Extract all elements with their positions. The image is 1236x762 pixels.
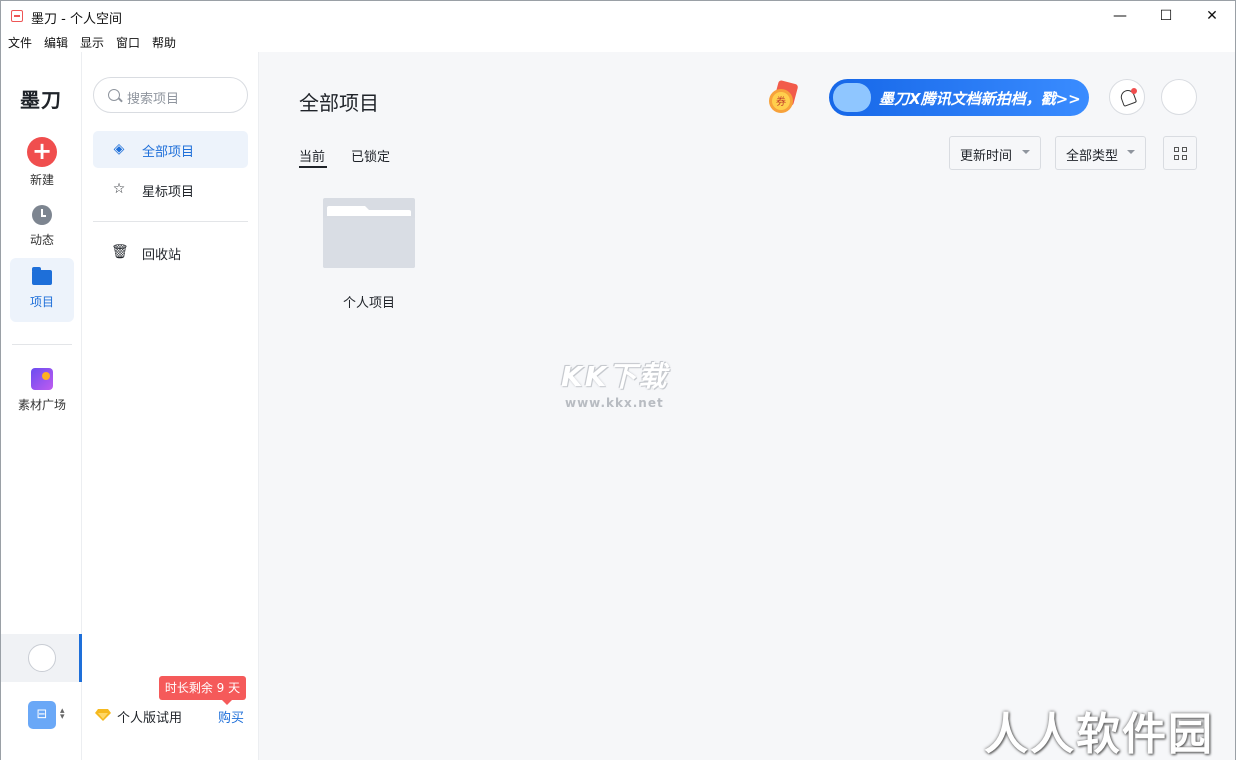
banner-text: 墨刀X腾讯文档新拍档，戳>>: [879, 90, 1081, 108]
team-switch-icon[interactable]: ⊟: [28, 701, 56, 729]
tab-active-underline: [299, 166, 327, 168]
promo-banner[interactable]: 墨刀X腾讯文档新拍档，戳>>: [829, 79, 1089, 116]
type-dropdown[interactable]: 全部类型: [1055, 136, 1146, 170]
trash-icon: 🗑: [111, 244, 129, 260]
search-input[interactable]: 搜索项目: [93, 77, 248, 113]
menu-edit[interactable]: 编辑: [44, 34, 68, 51]
sort-dropdown[interactable]: 更新时间: [949, 136, 1041, 170]
menu-view[interactable]: 显示: [80, 34, 104, 51]
minimize-button[interactable]: —: [1097, 1, 1143, 31]
diamond-icon: [95, 709, 111, 721]
rail-new-label: 新建: [29, 172, 54, 187]
clock-icon: [32, 204, 52, 225]
folder-icon: [32, 267, 52, 285]
close-button[interactable]: ✕: [1189, 1, 1235, 31]
main-content: 全部项目 券 墨刀X腾讯文档新拍档，戳>> 当前 已锁定 更新时间 全部类型 个…: [259, 52, 1235, 760]
watermark-kkx-url: www.kkx.net: [565, 396, 664, 410]
banner-illustration-icon: [833, 83, 871, 112]
panel-item-starred[interactable]: ☆ 星标项目: [93, 171, 248, 208]
caret-down-icon: [1022, 150, 1030, 158]
app-window: 墨刀 - 个人空间 — ☐ ✕ 文件 编辑 显示 窗口 帮助 墨刀 + 新建 动…: [0, 0, 1236, 760]
rail-projects[interactable]: 项目: [10, 258, 74, 322]
rail-divider: [12, 344, 72, 345]
grid-view-button[interactable]: [1163, 136, 1197, 170]
caret-down-icon: [1127, 150, 1135, 158]
rail-activity[interactable]: 动态: [10, 194, 74, 258]
page-title: 全部项目: [299, 91, 379, 115]
rail-materials-label: 素材广场: [17, 397, 66, 412]
material-icon: [31, 367, 53, 390]
coupon-label: 券: [776, 95, 786, 108]
panel-item-label: 回收站: [142, 248, 182, 263]
menu-window[interactable]: 窗口: [116, 34, 140, 51]
menu-help[interactable]: 帮助: [152, 34, 176, 51]
app-logo-icon: [11, 10, 23, 22]
menu-file[interactable]: 文件: [8, 34, 32, 51]
panel-item-all-projects[interactable]: ◈ 全部项目: [93, 131, 248, 168]
coupon-icon[interactable]: 券: [765, 79, 801, 115]
brand-logo: 墨刀: [20, 88, 62, 112]
watermark-rrjy: 人人软件园: [984, 709, 1214, 760]
folder-card[interactable]: [321, 196, 417, 270]
panel-divider: [93, 221, 248, 222]
type-dropdown-label: 全部类型: [1066, 149, 1119, 164]
trial-remaining-badge: 时长剩余 9 天: [159, 676, 246, 705]
user-avatar[interactable]: [1161, 79, 1197, 115]
window-title: 墨刀 - 个人空间: [31, 12, 122, 27]
panel-item-label: 全部项目: [142, 145, 195, 160]
folder-label[interactable]: 个人项目: [321, 292, 417, 311]
layers-icon: ◈: [113, 141, 125, 157]
plus-icon: +: [27, 136, 57, 167]
rail-projects-label: 项目: [29, 295, 54, 309]
star-icon: ☆: [112, 181, 126, 197]
maximize-button[interactable]: ☐: [1143, 1, 1189, 31]
search-placeholder: 搜索项目: [127, 92, 180, 107]
buy-link[interactable]: 购买: [218, 707, 244, 726]
trial-plan-label: 个人版试用: [117, 711, 183, 726]
notification-button[interactable]: [1109, 79, 1145, 115]
team-switch-arrows-icon[interactable]: ▴ ▾: [60, 707, 65, 722]
panel-item-trash[interactable]: 🗑 回收站: [93, 234, 248, 271]
rail-activity-label: 动态: [29, 232, 54, 247]
title-bar: 墨刀 - 个人空间 — ☐ ✕: [1, 1, 1235, 31]
notification-dot: [1131, 88, 1137, 94]
project-panel: 搜索项目 ◈ 全部项目 ☆ 星标项目 🗑 回收站 时长剩余 9 天 个人版试用 …: [82, 52, 259, 760]
tab-current[interactable]: 当前: [299, 146, 325, 165]
sort-dropdown-label: 更新时间: [960, 149, 1013, 164]
rail-materials[interactable]: 素材广场: [10, 358, 74, 422]
tab-locked[interactable]: 已锁定: [351, 146, 390, 165]
rail-new-button[interactable]: + 新建: [10, 130, 74, 194]
menu-bar: 文件 编辑 显示 窗口 帮助: [1, 31, 1235, 52]
left-rail: 墨刀 + 新建 动态 项目 素材广场 ⊟ ▴ ▾: [1, 52, 82, 760]
search-icon: [108, 89, 120, 101]
watermark-kkx: KK下载: [561, 360, 669, 393]
panel-item-label: 星标项目: [142, 185, 195, 200]
avatar[interactable]: [28, 644, 56, 672]
rail-account[interactable]: [1, 634, 82, 682]
